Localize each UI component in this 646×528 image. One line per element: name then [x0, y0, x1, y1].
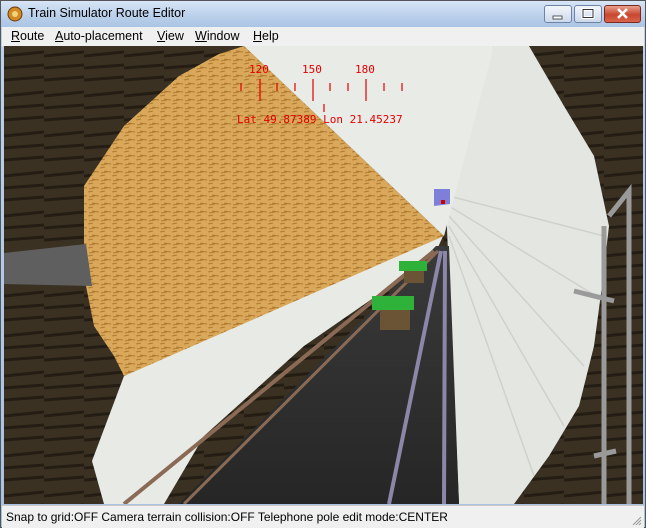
position-readout: Lat 49.87389 Lon 21.45237 [237, 113, 403, 126]
resize-grip-icon[interactable] [632, 516, 642, 526]
menu-auto-placement[interactable]: Auto-placement [55, 29, 143, 43]
close-button[interactable] [604, 5, 641, 23]
menu-window[interactable]: Window [195, 29, 239, 43]
rail-right-outer [442, 250, 447, 504]
compass-label-120: 120 [249, 63, 269, 76]
menu-route[interactable]: Route [11, 29, 44, 43]
3d-viewport[interactable]: 120 150 180 Lat 49.87389 Lon 21.45237 [4, 46, 643, 504]
menu-help[interactable]: Help [253, 29, 279, 43]
menu-bar: Route Auto-placement View Window Help [2, 27, 644, 47]
close-icon [617, 8, 628, 19]
minimize-icon [552, 15, 563, 20]
title-bar[interactable]: Train Simulator Route Editor [1, 1, 645, 27]
window-title: Train Simulator Route Editor [28, 6, 186, 20]
maximize-icon [581, 8, 595, 19]
compass-label-180: 180 [355, 63, 375, 76]
app-window: Train Simulator Route Editor Route Auto-… [0, 0, 646, 528]
compass-label-150: 150 [302, 63, 322, 76]
menu-view[interactable]: View [157, 29, 184, 43]
app-icon [7, 6, 23, 22]
status-text: Snap to grid:OFF Camera terrain collisio… [6, 510, 448, 524]
status-bar: Snap to grid:OFF Camera terrain collisio… [2, 505, 644, 528]
maximize-button[interactable] [574, 5, 602, 23]
minimize-button[interactable] [544, 5, 572, 23]
